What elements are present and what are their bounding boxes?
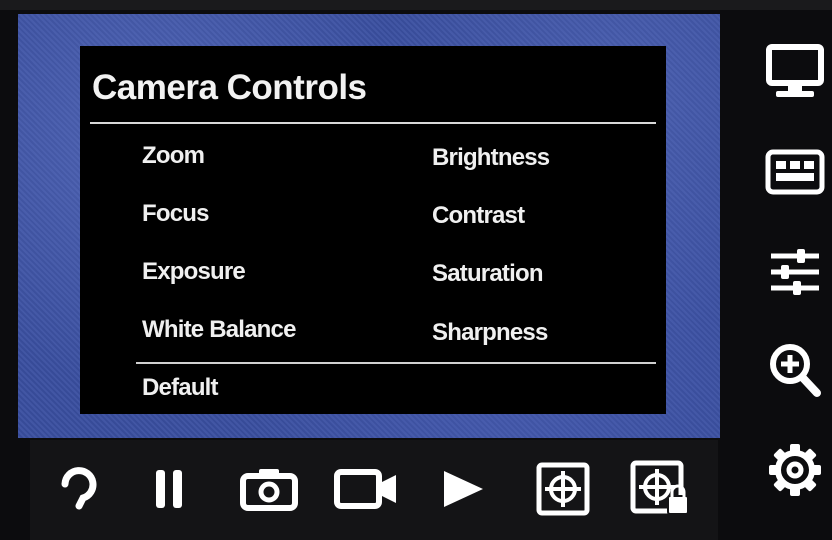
pause-icon (154, 468, 184, 510)
crosshair-button[interactable] (528, 460, 598, 518)
monitor-icon (766, 44, 824, 100)
menu-item-default[interactable]: Default (142, 374, 219, 402)
pause-button[interactable] (134, 460, 204, 518)
sliders-icon (767, 244, 823, 300)
menu-item-white-balance[interactable]: White Balance (142, 316, 296, 344)
zoom-button[interactable] (760, 338, 830, 402)
camera-controls-menu: Camera Controls Zoom Focus Exposure Whit… (80, 46, 666, 414)
screen-bezel (0, 0, 832, 10)
menu-item-sharpness[interactable]: Sharpness (432, 319, 548, 347)
menu-item-contrast[interactable]: Contrast (432, 202, 525, 230)
settings-button[interactable] (760, 438, 830, 502)
camera-icon (239, 466, 299, 512)
adjustments-button[interactable] (760, 240, 830, 304)
grid-icon (765, 149, 825, 195)
menu-item-brightness[interactable]: Brightness (432, 144, 550, 172)
crosshair-lock-button[interactable] (626, 460, 696, 518)
zoom-in-icon (767, 341, 823, 399)
menu-item-focus[interactable]: Focus (142, 200, 209, 228)
right-sidebar (752, 40, 832, 540)
play-icon (440, 468, 486, 510)
snapshot-button[interactable] (234, 460, 304, 518)
footer-divider (136, 362, 656, 364)
menu-item-exposure[interactable]: Exposure (142, 258, 246, 286)
menu-title: Camera Controls (92, 68, 367, 107)
gear-icon (767, 442, 823, 498)
video-camera-icon (334, 467, 400, 511)
crosshair-lock-icon (630, 460, 692, 518)
crosshair-icon (536, 462, 590, 516)
menu-item-saturation[interactable]: Saturation (432, 260, 543, 288)
record-button[interactable] (332, 460, 402, 518)
rotate-icon (57, 464, 101, 514)
play-button[interactable] (428, 460, 498, 518)
rotate-button[interactable] (44, 460, 114, 518)
bottom-toolbar (30, 440, 718, 540)
title-divider (90, 122, 656, 124)
display-button[interactable] (760, 40, 830, 104)
menu-item-zoom[interactable]: Zoom (142, 142, 205, 170)
layout-button[interactable] (760, 140, 830, 204)
